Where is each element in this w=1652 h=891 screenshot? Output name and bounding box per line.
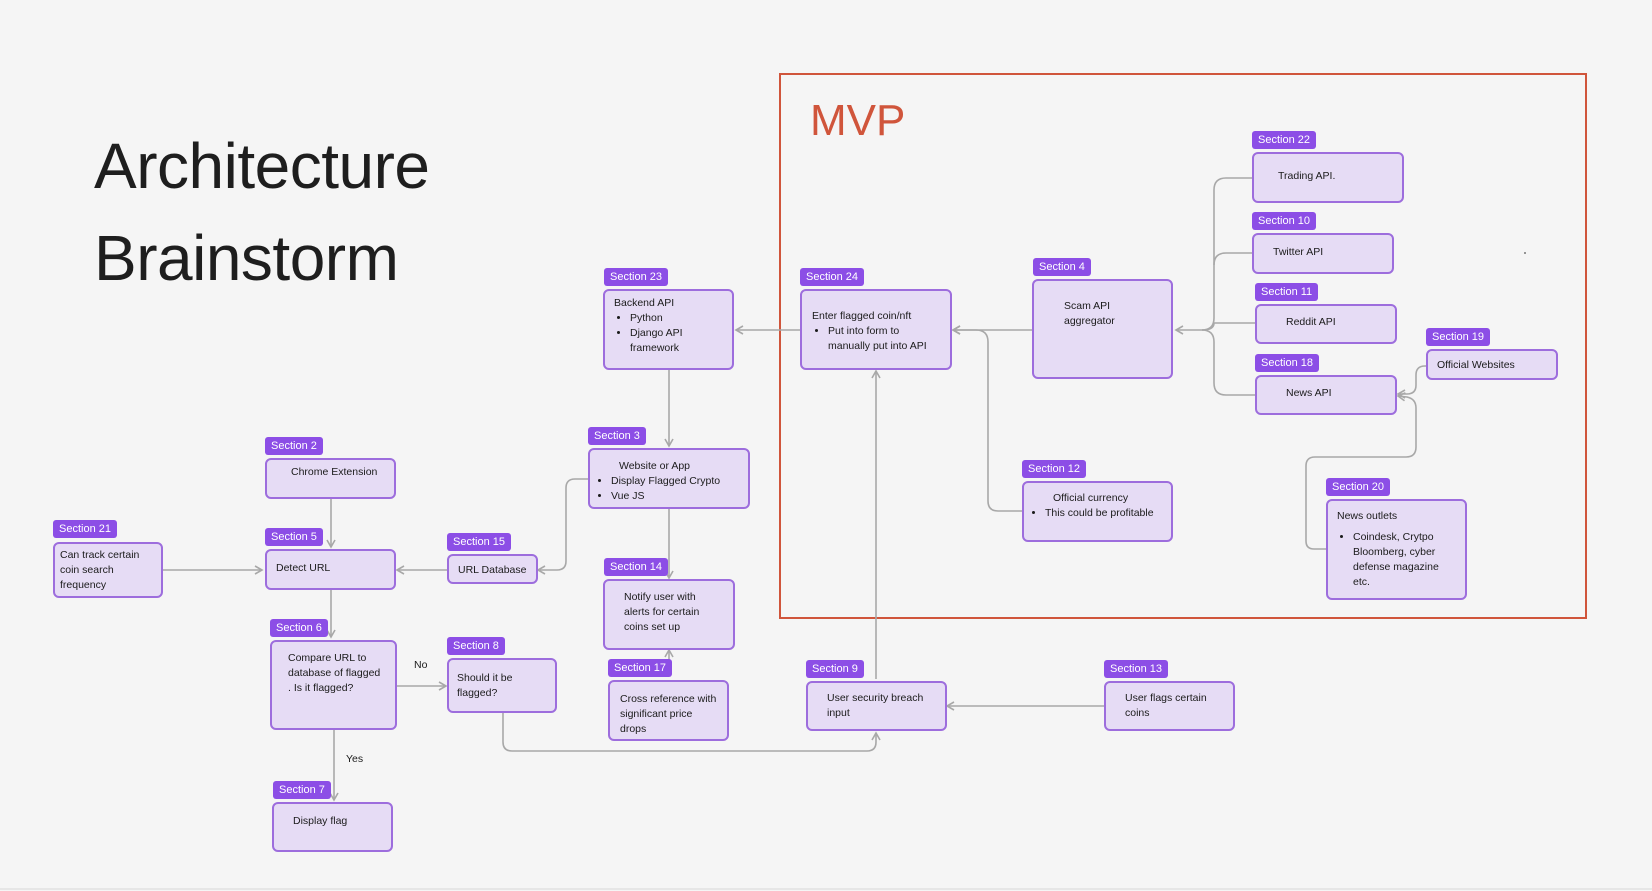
node-scam-api-aggregator[interactable]: Scam API aggregator [1032,279,1173,379]
node-news-api[interactable]: News API [1255,375,1397,415]
node-should-flag[interactable]: Should it be flagged? [447,658,557,713]
node-text: Detect URL [276,562,331,574]
tag-section-23: Section 23 [604,268,668,286]
node-website-or-app[interactable]: Website or App Display Flagged Crypto Vu… [588,448,750,509]
edge-s3-s15 [536,478,588,575]
bullet: Display Flagged Crypto [611,474,735,489]
tag-section-3: Section 3 [588,427,646,445]
bullet-list: Python Django API framework [614,311,723,356]
tag-section-24: Section 24 [800,268,864,286]
stray-dot [1524,252,1526,254]
node-text: Should it be flagged? [457,672,513,699]
edge-s11-s4 [1201,322,1255,331]
connectors [163,177,1426,802]
node-text: User flags certain coins [1125,692,1207,719]
edge-label-yes: Yes [346,753,364,765]
node-text: Twitter API [1273,246,1324,258]
edge-s22-s4 [1174,177,1252,335]
node-text: Official currency [1053,492,1129,504]
tag-section-18: Section 18 [1255,354,1319,372]
tag-section-14: Section 14 [604,558,668,576]
canvas-bottom-edge [0,888,1652,890]
node-text: Can track certain coin search frequency [60,549,140,591]
node-compare-url[interactable]: Compare URL to database of flagged . Is … [270,640,397,730]
tag-section-21: Section 21 [53,520,117,538]
node-text: URL Database [458,564,527,576]
edge-s19-s18 [1396,365,1426,399]
node-detect-url[interactable]: Detect URL [265,549,396,590]
node-text: Backend API [614,297,675,309]
tag-section-13: Section 13 [1104,660,1168,678]
bullet: Django API framework [630,326,723,356]
tag-section-7: Section 7 [273,781,331,799]
node-url-database[interactable]: URL Database [447,554,538,584]
node-chrome-extension[interactable]: Chrome Extension [265,458,396,499]
node-user-flags-coins[interactable]: User flags certain coins [1104,681,1235,731]
node-text: User security breach input [827,692,924,719]
node-official-websites[interactable]: Official Websites [1426,349,1558,380]
node-news-outlets[interactable]: News outlets Coindesk, Crytpo Bloomberg,… [1326,499,1467,600]
bullet-list: Put into form to manually put into API [812,324,941,354]
node-text: Reddit API [1286,316,1336,328]
node-backend-api[interactable]: Backend API Python Django API framework [603,289,734,370]
tag-section-9: Section 9 [806,660,864,678]
tag-section-20: Section 20 [1326,478,1390,496]
tag-section-2: Section 2 [265,437,323,455]
node-text: Trading API. [1278,170,1336,182]
node-text: Website or App [619,460,691,472]
node-text: News API [1286,387,1332,399]
node-reddit-api[interactable]: Reddit API [1255,304,1397,344]
tag-section-10: Section 10 [1252,212,1316,230]
edge-label-no: No [414,659,428,671]
node-text: Compare URL to database of flagged . Is … [288,652,381,694]
node-text: Official Websites [1437,359,1515,371]
tag-section-12: Section 12 [1022,460,1086,478]
node-cross-reference[interactable]: Cross reference with significant price d… [608,680,729,741]
node-twitter-api[interactable]: Twitter API [1252,233,1394,274]
bullet: Put into form to manually put into API [828,324,941,354]
node-text: Display flag [293,815,348,827]
node-text: Enter flagged coin/nft [812,310,912,322]
tag-section-15: Section 15 [447,533,511,551]
bullet: Python [630,311,723,326]
node-user-security-breach[interactable]: User security breach input [806,681,947,731]
bullet: Vue JS [611,489,735,504]
node-text: Scam API aggregator [1064,300,1115,327]
tag-section-4: Section 4 [1033,258,1091,276]
bullet-list: Coindesk, Crytpo Bloomberg, cyber defens… [1337,530,1456,590]
tag-section-6: Section 6 [270,619,328,637]
edge-s10-s4 [1213,252,1252,266]
node-enter-flagged-coin[interactable]: Enter flagged coin/nft Put into form to … [800,289,952,370]
node-text: Chrome Extension [291,466,378,478]
node-text: Notify user with alerts for certain coin… [624,591,700,633]
bullet-list: Display Flagged Crypto Vue JS [595,474,735,504]
bullet: This could be profitable [1045,506,1162,521]
bullet-list: This could be profitable [1029,506,1162,521]
tag-section-8: Section 8 [447,637,505,655]
node-coin-search-frequency[interactable]: Can track certain coin search frequency [53,542,163,598]
tag-section-17: Section 17 [608,659,672,677]
tag-section-22: Section 22 [1252,131,1316,149]
node-notify-user[interactable]: Notify user with alerts for certain coin… [603,579,735,650]
tag-section-19: Section 19 [1426,328,1490,346]
node-trading-api[interactable]: Trading API. [1252,152,1404,203]
node-official-currency[interactable]: Official currency This could be profitab… [1022,481,1173,542]
tag-section-5: Section 5 [265,528,323,546]
node-text: Cross reference with significant price d… [620,693,717,735]
edge-s18-s4 [1201,329,1255,396]
tag-section-11: Section 11 [1255,283,1319,301]
bullet: Coindesk, Crytpo Bloomberg, cyber defens… [1353,530,1456,590]
edge-s12-s24 [951,325,1022,512]
node-display-flag[interactable]: Display flag [272,802,393,852]
node-text: News outlets [1337,510,1398,522]
